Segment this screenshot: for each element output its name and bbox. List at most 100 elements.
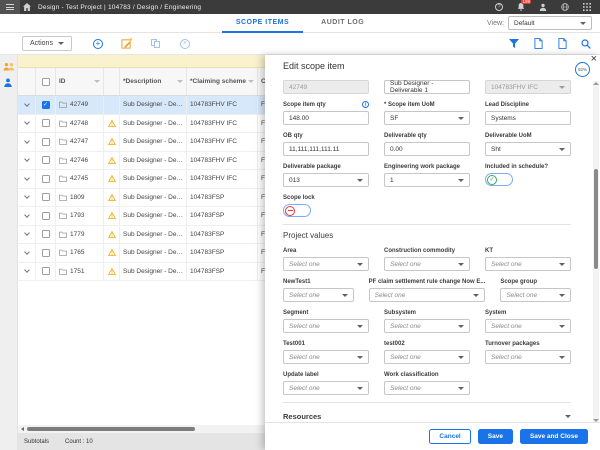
- copy-item-icon[interactable]: [150, 38, 162, 50]
- cancel-item-icon[interactable]: ×: [179, 38, 191, 50]
- user-profile-icon[interactable]: [536, 0, 550, 14]
- row-checkbox[interactable]: [36, 170, 56, 188]
- row-checkbox[interactable]: [36, 96, 56, 114]
- row-checkbox[interactable]: [36, 115, 56, 133]
- row-expand-icon[interactable]: [18, 152, 36, 170]
- row-expand-icon[interactable]: [18, 96, 36, 114]
- app-launcher-grid-icon[interactable]: [580, 0, 594, 14]
- table-row[interactable]: 1751 Sub Designer - Delive... 104783FSP …: [18, 263, 298, 282]
- help-icon[interactable]: ?: [492, 0, 506, 14]
- row-checkbox[interactable]: [36, 133, 56, 151]
- included-in-schedule-toggle[interactable]: ✓: [485, 173, 513, 186]
- newtest1-select[interactable]: Select one: [283, 288, 354, 302]
- notifications-icon[interactable]: 199: [514, 0, 528, 14]
- update-label-select[interactable]: Select one: [283, 381, 369, 395]
- close-icon[interactable]: ×: [591, 54, 597, 65]
- column-menu-icon[interactable]: [248, 80, 254, 83]
- table-row[interactable]: 1765 Sub Designer - Delive... 104783FSP …: [18, 244, 298, 263]
- row-checkbox[interactable]: [36, 226, 56, 244]
- table-row[interactable]: 42748 Sub Designer - Delive... 104783FHV…: [18, 115, 298, 134]
- scope-lock-toggle[interactable]: [283, 204, 311, 217]
- row-expand-icon[interactable]: [18, 170, 36, 188]
- view-select[interactable]: Default: [508, 16, 592, 30]
- actions-button[interactable]: Actions: [22, 36, 72, 51]
- import-icon[interactable]: [556, 38, 568, 50]
- row-expand-icon[interactable]: [18, 207, 36, 225]
- info-icon[interactable]: i: [362, 101, 369, 108]
- row-checkbox[interactable]: [36, 189, 56, 207]
- cancel-button[interactable]: Cancel: [429, 429, 470, 444]
- edit-item-icon[interactable]: [121, 38, 133, 50]
- resources-section-header[interactable]: Resources: [283, 409, 571, 422]
- pinned-highlight-row[interactable]: [18, 55, 280, 68]
- row-expand-icon[interactable]: [18, 133, 36, 151]
- column-header-claiming-scheme[interactable]: *Claiming scheme: [187, 68, 258, 95]
- breadcrumb[interactable]: Design - Test Project | 104783 / Design …: [38, 4, 201, 11]
- scroll-left-arrow-icon[interactable]: [21, 427, 24, 431]
- tab-audit-log[interactable]: AUDIT LOG: [307, 14, 378, 33]
- kt-select[interactable]: Select one: [485, 257, 571, 271]
- column-header-description[interactable]: *Description: [120, 68, 187, 95]
- segment-select[interactable]: Select one: [283, 319, 369, 333]
- row-expand-icon[interactable]: [18, 189, 36, 207]
- horizontal-scrollbar[interactable]: [18, 425, 265, 433]
- row-checkbox[interactable]: [36, 244, 56, 262]
- row-checkbox[interactable]: [36, 152, 56, 170]
- scope-group-select[interactable]: Select one: [500, 288, 571, 302]
- folder-icon: [59, 175, 67, 182]
- row-checkbox[interactable]: [36, 263, 56, 281]
- assigned-user-icon[interactable]: [3, 74, 13, 92]
- table-row[interactable]: 42749 Sub Designer - Deliver... 104783FH…: [18, 96, 298, 115]
- export-icon[interactable]: [532, 38, 544, 50]
- turnover-packages-select[interactable]: Select one: [485, 350, 571, 364]
- scrollbar-thumb[interactable]: [27, 427, 195, 431]
- subsystem-select[interactable]: Select one: [384, 319, 470, 333]
- globe-icon[interactable]: [558, 0, 572, 14]
- scope-item-qty-field[interactable]: 148.00: [283, 111, 369, 125]
- deliverable-qty-field[interactable]: 0.00: [384, 142, 470, 156]
- row-expand-icon[interactable]: [18, 226, 36, 244]
- scope-item-uom-select[interactable]: SF: [384, 111, 470, 125]
- deliverable-uom-select[interactable]: Sht: [485, 142, 571, 156]
- scroll-up-arrow-icon[interactable]: [593, 82, 599, 85]
- engineering-work-package-select[interactable]: 1: [384, 173, 470, 187]
- column-menu-icon[interactable]: [177, 80, 183, 83]
- home-icon[interactable]: [20, 0, 34, 14]
- pf-claim-settlement-select[interactable]: Select one: [369, 288, 486, 302]
- chevron-down-icon: [458, 179, 464, 182]
- filter-icon[interactable]: [508, 38, 520, 50]
- tab-scope-items[interactable]: SCOPE ITEMS: [222, 14, 303, 33]
- construction-commodity-select[interactable]: Select one: [384, 257, 470, 271]
- table-row[interactable]: 42746 Sub Designer - Delive... 104783FHV…: [18, 152, 298, 171]
- row-expand-icon[interactable]: [18, 115, 36, 133]
- select-all-checkbox[interactable]: [36, 68, 56, 95]
- add-item-icon[interactable]: +: [92, 38, 104, 50]
- table-row[interactable]: 42745 Sub Designer - Delive... 104783FHV…: [18, 170, 298, 189]
- menu-hamburger-icon[interactable]: [0, 0, 20, 14]
- panel-vertical-scrollbar[interactable]: [593, 81, 599, 423]
- warning-icon: [104, 152, 120, 170]
- lead-discipline-field[interactable]: Systems: [485, 111, 571, 125]
- work-classification-select[interactable]: Select one: [384, 381, 470, 395]
- table-row[interactable]: 1779 Sub Designer - Delive... 104783FSP …: [18, 226, 298, 245]
- row-expand-icon[interactable]: [18, 244, 36, 262]
- table-row[interactable]: 42747 Sub Designer - Delive... 104783FHV…: [18, 133, 298, 152]
- row-checkbox[interactable]: [36, 207, 56, 225]
- search-icon[interactable]: [580, 38, 592, 50]
- scrollbar-thumb[interactable]: [594, 169, 598, 269]
- test002-select[interactable]: Select one: [384, 350, 470, 364]
- area-select[interactable]: Select one: [283, 257, 369, 271]
- table-row[interactable]: 1809 Sub Designer - Delive... 104783FSP …: [18, 189, 298, 208]
- column-menu-icon[interactable]: [94, 80, 100, 83]
- row-expand-icon[interactable]: [18, 263, 36, 281]
- save-button[interactable]: Save: [478, 429, 513, 444]
- save-and-close-button[interactable]: Save and Close: [520, 429, 588, 444]
- test001-select[interactable]: Select one: [283, 350, 369, 364]
- scope-item-name-field[interactable]: Sub Designer - Deliverable 1: [384, 80, 470, 94]
- deliverable-package-select[interactable]: 013: [283, 173, 369, 187]
- ob-qty-field[interactable]: 11,111,111,111.11: [283, 142, 369, 156]
- system-select[interactable]: Select one: [485, 319, 571, 333]
- column-header-id[interactable]: ID: [56, 68, 104, 95]
- table-row[interactable]: 1793 Sub Designer - Delive... 104783FSP …: [18, 207, 298, 226]
- edit-scope-item-panel: × 92% Edit scope item 42749 Sub Designer…: [265, 55, 600, 450]
